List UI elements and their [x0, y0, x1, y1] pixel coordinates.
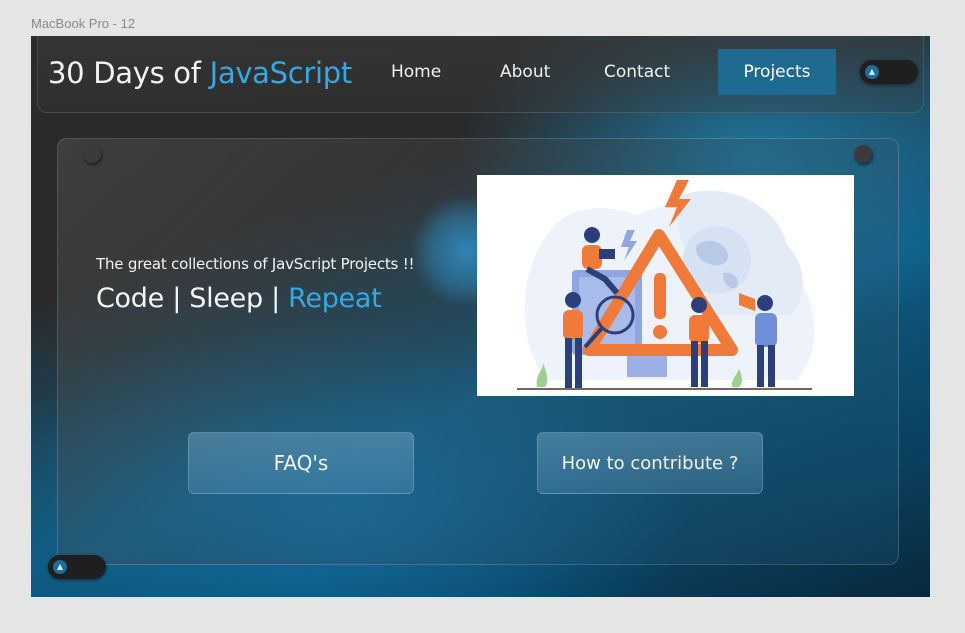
theme-toggle[interactable]: ▲ — [860, 60, 918, 84]
frame-label: MacBook Pro - 12 — [31, 16, 136, 31]
hero-headline: Code | Sleep | Repeat — [96, 283, 382, 314]
scroll-toggle[interactable]: ▲ — [48, 555, 106, 579]
navbar: 30 Days of JavaScript Home About Contact… — [37, 36, 924, 113]
hero-card: The great collections of JavScript Proje… — [57, 138, 899, 565]
headline-text: Code | Sleep | — [96, 283, 289, 314]
pin-icon — [854, 145, 872, 163]
logo-accent: JavaScript — [209, 56, 353, 90]
contribute-button[interactable]: How to contribute ? — [537, 432, 763, 494]
toggle-icon: ▲ — [865, 65, 879, 79]
hero-illustration — [477, 175, 854, 396]
logo-prefix: 30 Days of — [48, 56, 210, 90]
nav-about[interactable]: About — [500, 62, 550, 82]
nav-contact[interactable]: Contact — [604, 62, 670, 82]
site-logo[interactable]: 30 Days of JavaScript — [48, 56, 352, 90]
page-frame: 30 Days of JavaScript Home About Contact… — [31, 36, 930, 597]
warning-illustration-icon — [517, 180, 815, 390]
pin-icon — [83, 145, 101, 163]
toggle-icon: ▲ — [53, 560, 67, 574]
headline-accent: Repeat — [288, 283, 382, 314]
hero-tagline: The great collections of JavScript Proje… — [96, 255, 415, 273]
nav-home[interactable]: Home — [391, 62, 441, 82]
faq-button[interactable]: FAQ's — [188, 432, 414, 494]
nav-projects-button[interactable]: Projects — [718, 49, 836, 95]
